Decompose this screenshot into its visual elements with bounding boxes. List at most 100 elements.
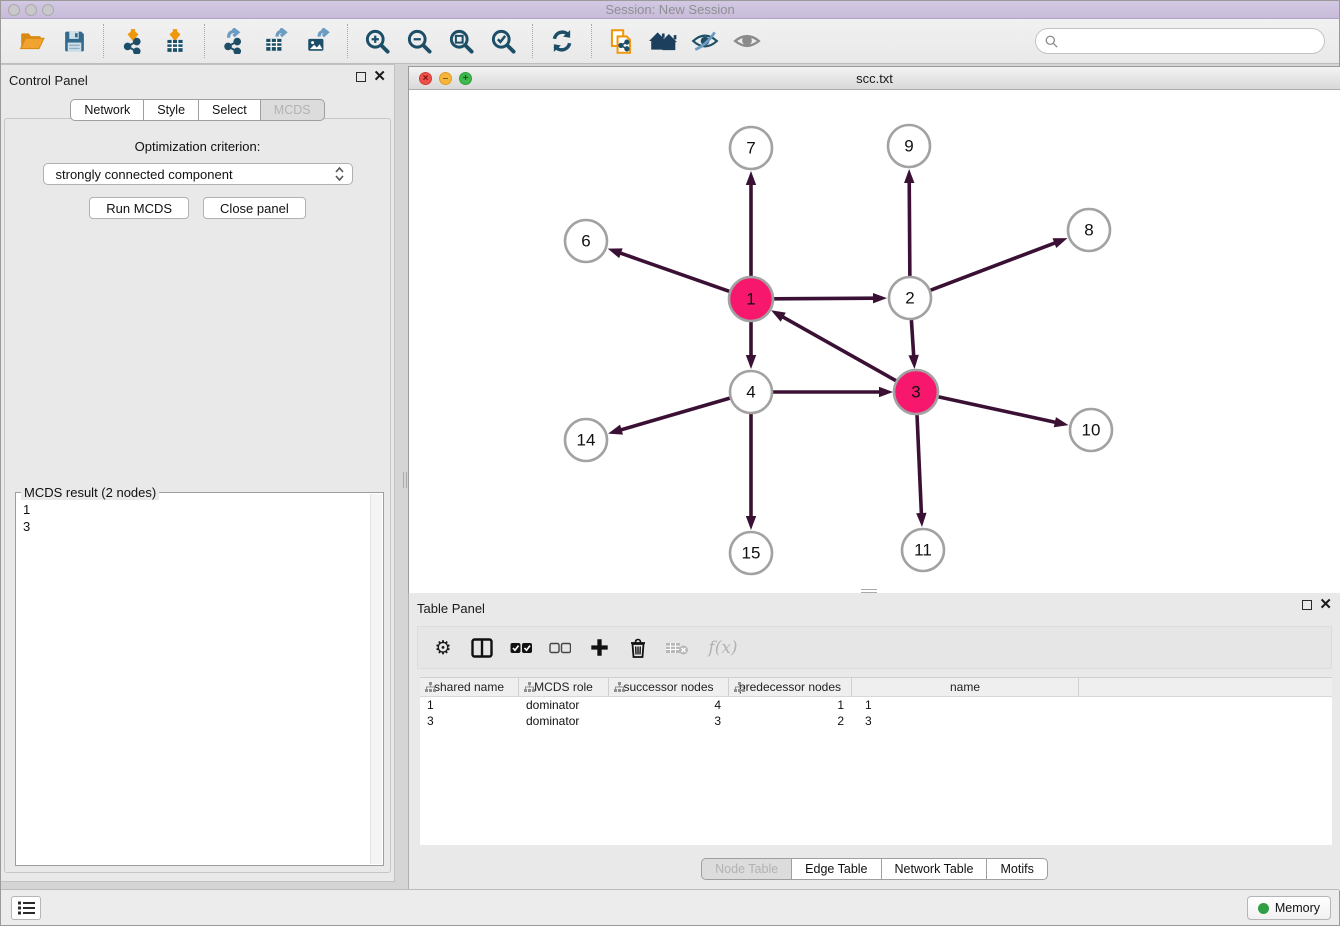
svg-text:7: 7 xyxy=(746,138,755,157)
svg-text:2: 2 xyxy=(905,288,914,307)
table-cell[interactable]: 1 xyxy=(852,698,1079,712)
zoom-in-button[interactable] xyxy=(360,23,394,59)
node-15[interactable]: 15 xyxy=(730,532,772,574)
search-icon xyxy=(1045,35,1058,48)
node-8[interactable]: 8 xyxy=(1068,209,1110,251)
float-panel-icon[interactable] xyxy=(1302,600,1312,610)
edge-2-3[interactable] xyxy=(908,320,918,369)
search-input[interactable] xyxy=(1064,34,1315,49)
memory-status-button[interactable]: Memory xyxy=(1247,896,1331,920)
zoom-out-button[interactable] xyxy=(402,23,436,59)
tab-select[interactable]: Select xyxy=(198,99,261,121)
mcds-tab-content: Optimization criterion: strongly connect… xyxy=(4,118,391,873)
column-header-mcds-role[interactable]: MCDS role xyxy=(519,678,609,696)
show-graphics-details-button[interactable] xyxy=(730,23,764,59)
column-type-icon xyxy=(614,682,625,693)
table-cell[interactable]: dominator xyxy=(519,698,609,712)
apply-function-button[interactable]: f(x) xyxy=(701,632,745,664)
run-mcds-button[interactable]: Run MCDS xyxy=(89,197,189,219)
create-column-button[interactable] xyxy=(584,632,614,664)
result-scrollbar[interactable] xyxy=(370,494,382,864)
edge-1-7[interactable] xyxy=(746,171,756,277)
tab-style[interactable]: Style xyxy=(143,99,199,121)
show-task-history-button[interactable] xyxy=(11,896,41,920)
column-header-predecessor-nodes[interactable]: predecessor nodes xyxy=(729,678,852,696)
tab-node-table[interactable]: Node Table xyxy=(701,858,792,880)
open-session-button[interactable] xyxy=(15,23,49,59)
table-row[interactable]: 1dominator411 xyxy=(420,697,1332,713)
delete-table-button[interactable] xyxy=(662,632,692,664)
control-panel-header: Control Panel ✕ xyxy=(1,65,394,95)
node-7[interactable]: 7 xyxy=(730,127,772,169)
clone-network-button[interactable] xyxy=(604,23,638,59)
edge-2-9[interactable] xyxy=(904,169,914,276)
select-all-columns-button[interactable] xyxy=(506,632,536,664)
svg-text:6: 6 xyxy=(581,231,590,250)
node-14[interactable]: 14 xyxy=(565,419,607,461)
table-cell[interactable]: 4 xyxy=(609,698,729,712)
edge-1-4[interactable] xyxy=(746,321,756,369)
close-panel-button[interactable]: Close panel xyxy=(203,197,306,219)
tab-motifs[interactable]: Motifs xyxy=(986,858,1047,880)
zoom-selected-button[interactable] xyxy=(486,23,520,59)
export-network-button[interactable] xyxy=(217,23,251,59)
edge-4-3[interactable] xyxy=(773,387,893,397)
column-header-name[interactable]: name xyxy=(852,678,1079,696)
node-3[interactable]: 3 xyxy=(894,370,938,414)
table-cell[interactable]: 1 xyxy=(729,698,852,712)
network-window-titlebar[interactable]: × – + scc.txt xyxy=(409,67,1340,90)
home-icon xyxy=(648,28,678,54)
tab-mcds[interactable]: MCDS xyxy=(260,99,325,121)
optimization-criterion-select[interactable]: strongly connected component xyxy=(43,163,353,185)
unselect-all-columns-button[interactable] xyxy=(545,632,575,664)
edge-4-15[interactable] xyxy=(746,414,756,530)
delete-column-button[interactable] xyxy=(623,632,653,664)
table-cell[interactable]: 1 xyxy=(420,698,519,712)
edge-3-11[interactable] xyxy=(916,414,926,527)
node-6[interactable]: 6 xyxy=(565,220,607,262)
import-table-button[interactable] xyxy=(158,23,192,59)
edge-3-10[interactable] xyxy=(937,397,1068,428)
tab-network[interactable]: Network xyxy=(70,99,144,121)
memory-ok-indicator xyxy=(1258,903,1269,914)
node-1[interactable]: 1 xyxy=(729,277,773,321)
refresh-view-button[interactable] xyxy=(545,23,579,59)
close-panel-icon[interactable]: ✕ xyxy=(1319,600,1332,610)
tab-network-table[interactable]: Network Table xyxy=(881,858,988,880)
edge-1-6[interactable] xyxy=(608,248,731,291)
save-session-button[interactable] xyxy=(57,23,91,59)
table-cell[interactable]: dominator xyxy=(519,714,609,728)
edge-1-2[interactable] xyxy=(773,293,887,303)
node-4[interactable]: 4 xyxy=(730,371,772,413)
node-9[interactable]: 9 xyxy=(888,125,930,167)
show-columns-button[interactable] xyxy=(467,632,497,664)
edge-3-1[interactable] xyxy=(771,310,897,381)
search-box[interactable] xyxy=(1035,28,1325,54)
hide-graphics-details-button[interactable] xyxy=(688,23,722,59)
eye-slash-icon xyxy=(691,28,719,54)
zoom-fit-button[interactable] xyxy=(444,23,478,59)
table-cell[interactable]: 3 xyxy=(852,714,1079,728)
vertical-splitter-grip[interactable] xyxy=(403,472,407,488)
table-row[interactable]: 3dominator323 xyxy=(420,713,1332,729)
table-cell[interactable]: 3 xyxy=(609,714,729,728)
network-canvas[interactable]: 7 9 6 8 1 2 4 3 14 10 15 11 xyxy=(409,91,1340,593)
float-panel-icon[interactable] xyxy=(356,72,366,82)
edge-2-8[interactable] xyxy=(931,238,1068,290)
table-settings-button[interactable]: ⚙ xyxy=(428,632,458,664)
tab-edge-table[interactable]: Edge Table xyxy=(791,858,881,880)
node-11[interactable]: 11 xyxy=(902,529,944,571)
column-header-successor-nodes[interactable]: successor nodes xyxy=(609,678,729,696)
home-layout-button[interactable] xyxy=(646,23,680,59)
column-header-shared-name[interactable]: shared name xyxy=(420,678,519,696)
node-2[interactable]: 2 xyxy=(889,277,931,319)
control-panel-title: Control Panel xyxy=(9,73,88,88)
table-cell[interactable]: 3 xyxy=(420,714,519,728)
import-network-button[interactable] xyxy=(116,23,150,59)
close-panel-icon[interactable]: ✕ xyxy=(373,72,386,82)
export-table-button[interactable] xyxy=(259,23,293,59)
edge-4-14[interactable] xyxy=(608,398,730,435)
table-cell[interactable]: 2 xyxy=(729,714,852,728)
node-10[interactable]: 10 xyxy=(1070,409,1112,451)
export-image-button[interactable] xyxy=(301,23,335,59)
